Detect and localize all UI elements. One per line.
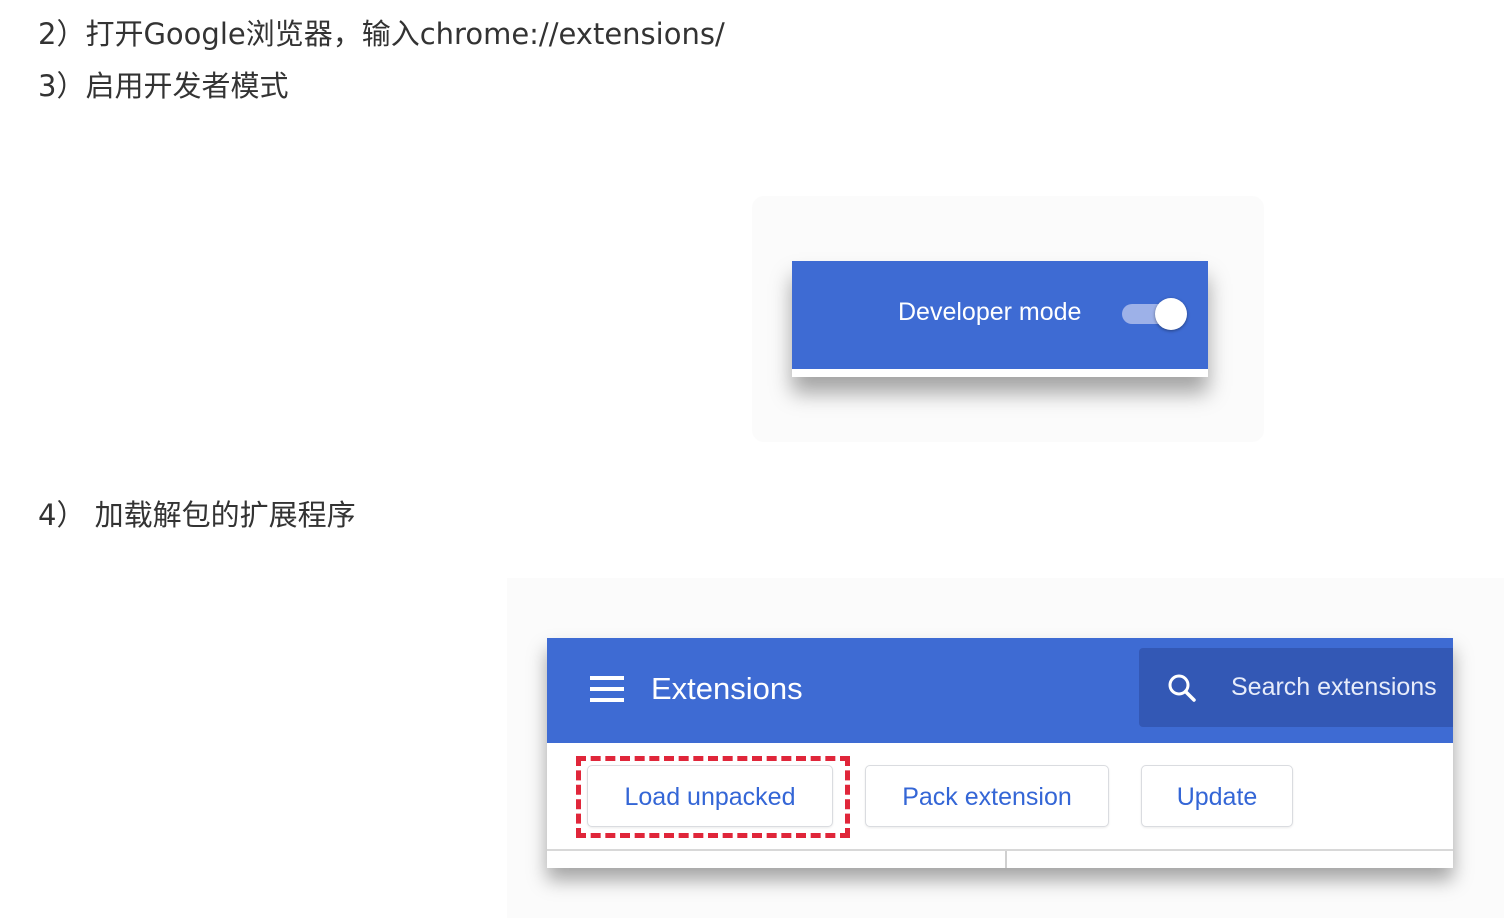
content-column-divider [1005, 851, 1007, 868]
developer-mode-screenshot: Developer mode [792, 261, 1208, 377]
step-4-instruction: 4） 加载解包的扩展程序 [38, 498, 356, 532]
hamburger-menu-icon[interactable] [590, 676, 624, 702]
extensions-page-screenshot: Extensions Search extensions Load unpack… [547, 638, 1453, 868]
developer-mode-label: Developer mode [898, 298, 1082, 326]
toggle-knob [1155, 298, 1187, 330]
developer-mode-bar: Developer mode [792, 261, 1208, 369]
load-unpacked-button[interactable]: Load unpacked [587, 765, 833, 827]
update-button[interactable]: Update [1141, 765, 1293, 827]
step-2-instruction: 2）打开Google浏览器，输入chrome://extensions/ [38, 17, 725, 51]
extensions-title: Extensions [651, 671, 803, 706]
search-extensions-input[interactable]: Search extensions [1139, 648, 1453, 727]
step-3-instruction: 3）启用开发者模式 [38, 69, 289, 103]
search-icon [1168, 674, 1196, 702]
developer-mode-toggle[interactable] [1122, 298, 1187, 330]
search-placeholder: Search extensions [1231, 673, 1437, 701]
extensions-header: Extensions Search extensions [547, 638, 1453, 743]
pack-extension-button[interactable]: Pack extension [865, 765, 1109, 827]
toolbar-divider-line [547, 849, 1453, 851]
